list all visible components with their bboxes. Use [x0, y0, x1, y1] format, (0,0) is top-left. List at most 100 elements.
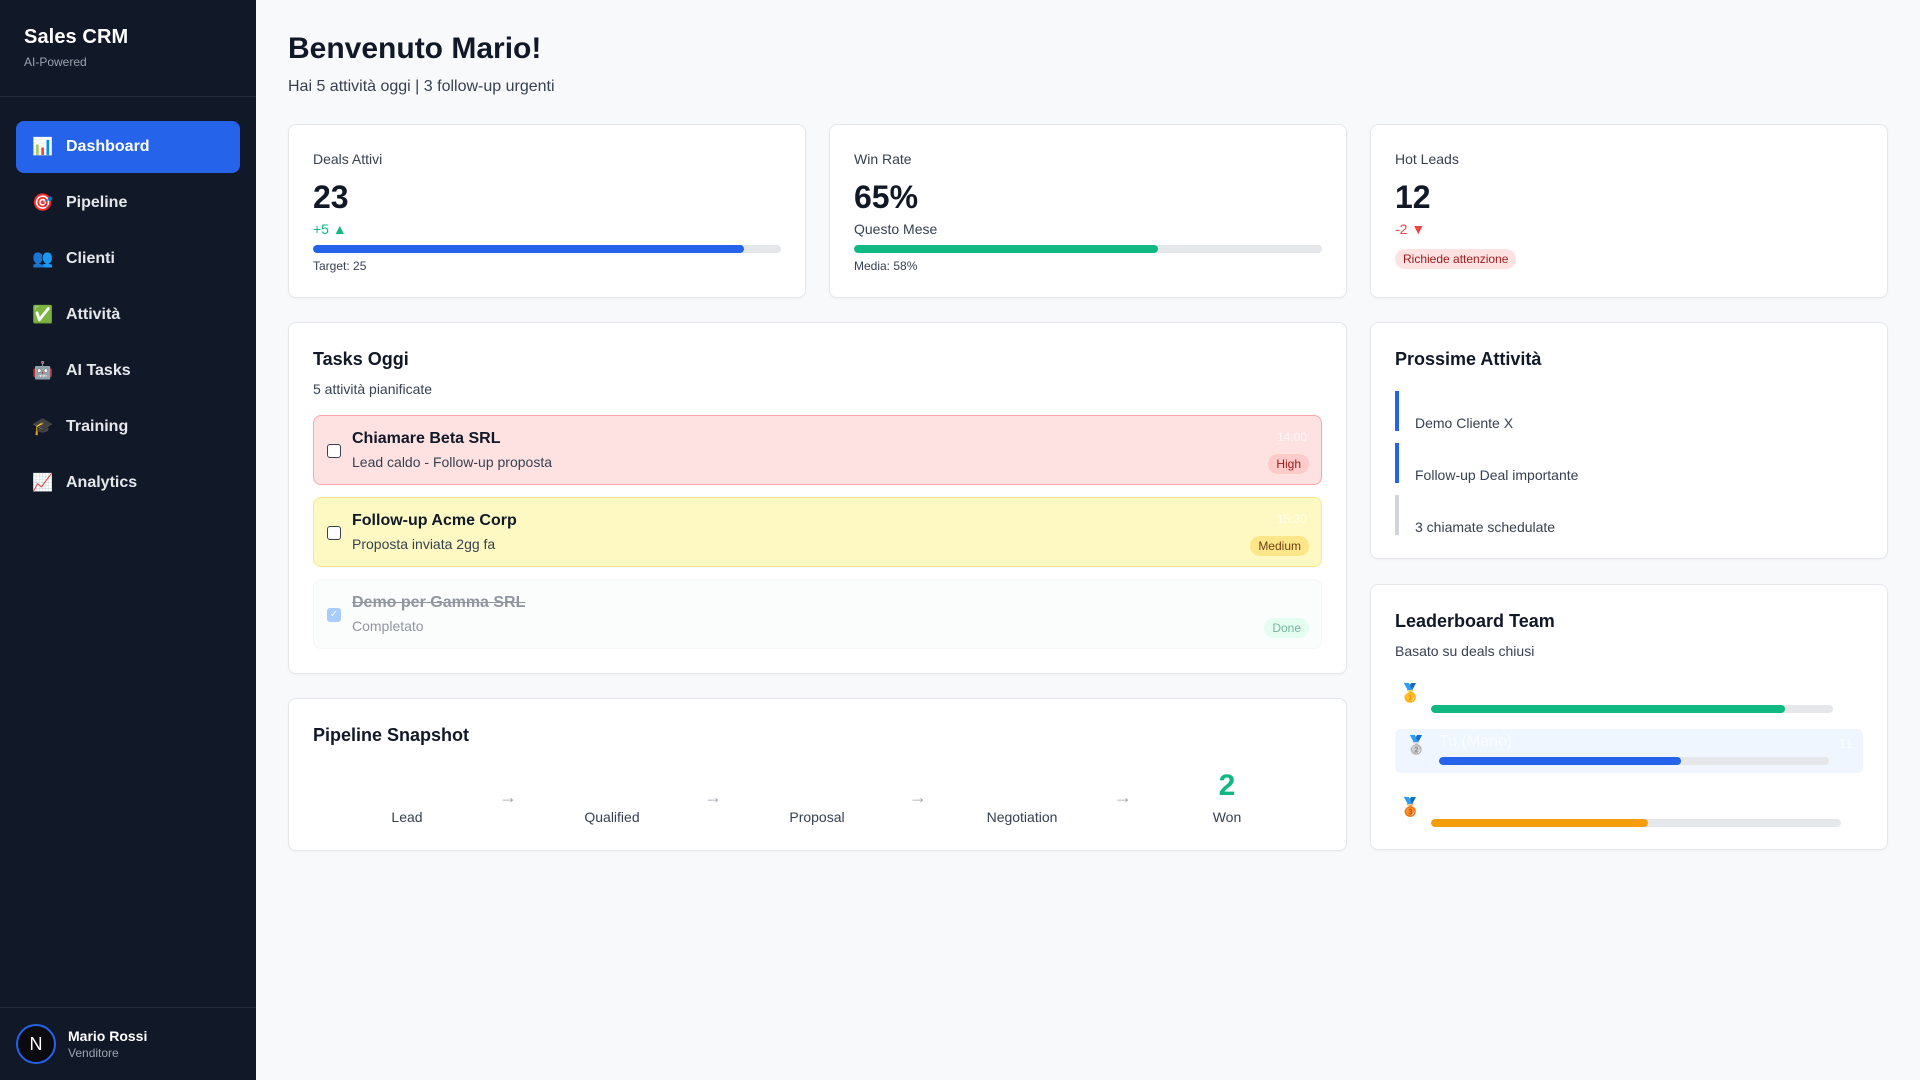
task-checkbox[interactable]: ✓	[327, 608, 341, 622]
stage-count: 2	[1218, 769, 1236, 802]
stat-delta: -2 ▼	[1395, 221, 1426, 237]
user-profile[interactable]: N Mario Rossi Venditore	[0, 1007, 256, 1080]
stat-card-hot-leads: Hot Leads 12 -2 ▼ Richiede attenzione	[1370, 124, 1888, 298]
sidebar-item-label: Analytics	[66, 474, 138, 491]
stage-qualified[interactable]: Qualified	[552, 769, 672, 825]
task-item[interactable]: Follow-up Acme Corp Proposta inviata 2gg…	[313, 497, 1322, 567]
sidebar-item-label: AI Tasks	[66, 362, 131, 379]
stat-label: Win Rate	[854, 151, 912, 167]
stage-label: Won	[1212, 809, 1242, 825]
stage-count	[962, 769, 1082, 807]
stat-footnote: Media: 58%	[854, 259, 918, 273]
stat-footnote: Target: 25	[313, 259, 367, 273]
arrow-right-icon: →	[1114, 787, 1132, 807]
priority-badge: Medium	[1250, 536, 1309, 556]
stage-lead[interactable]: Lead	[347, 769, 467, 825]
stage-label: Lead	[391, 809, 423, 825]
leaderboard-card: Leaderboard Team Basato su deals chiusi …	[1370, 584, 1888, 850]
sidebar-item-training[interactable]: 🎓 Training	[16, 401, 240, 453]
graduation-cap-icon: 🎓	[32, 417, 54, 436]
progress-fill	[1431, 705, 1785, 713]
brand: Sales CRM AI-Powered	[0, 0, 256, 97]
stage-label: Qualified	[584, 809, 640, 825]
task-time: 14:00	[1276, 430, 1307, 444]
stage-count	[347, 769, 467, 807]
stat-delta: +5 ▲	[313, 221, 347, 237]
sidebar-item-analytics[interactable]: 📈 Analytics	[16, 457, 240, 509]
stat-value: 23	[313, 179, 349, 215]
stat-label: Deals Attivi	[313, 151, 383, 167]
upcoming-title: Prossime Attività	[1395, 349, 1542, 369]
activity-item[interactable]: Follow-up Deal importante	[1395, 443, 1855, 483]
stage-label: Proposal	[789, 809, 845, 825]
sidebar-item-attivita[interactable]: ✅ Attività	[16, 289, 240, 341]
task-item[interactable]: ✓ Demo per Gamma SRL Completato Done	[313, 579, 1322, 649]
stat-value: 12	[1395, 179, 1431, 215]
users-icon: 👥	[32, 249, 54, 268]
status-badge: Done	[1264, 618, 1309, 638]
sidebar-item-clienti[interactable]: 👥 Clienti	[16, 233, 240, 285]
task-description: Completato	[352, 618, 424, 634]
app-subtitle: AI-Powered	[24, 55, 87, 69]
task-item[interactable]: Chiamare Beta SRL Lead caldo - Follow-up…	[313, 415, 1322, 485]
leaderboard-title: Leaderboard Team	[1395, 611, 1555, 631]
activity-item[interactable]: 3 chiamate schedulate	[1395, 495, 1855, 535]
sidebar-item-label: Dashboard	[66, 138, 150, 155]
progress-fill	[854, 245, 1159, 253]
stage-proposal[interactable]: Proposal	[757, 769, 877, 825]
arrow-right-icon: →	[909, 787, 927, 807]
task-name: Chiamare Beta SRL	[352, 430, 501, 447]
tasks-subtitle: 5 attività pianificate	[313, 381, 433, 397]
stat-value: 65%	[854, 179, 919, 215]
leaderboard-row: 🥇	[1395, 677, 1863, 721]
sidebar-nav: 📊 Dashboard 🎯 Pipeline 👥 Clienti ✅ Attiv…	[0, 97, 256, 509]
sidebar-item-label: Attività	[66, 306, 121, 323]
activity-item[interactable]: Demo Cliente X	[1395, 391, 1855, 431]
leaderboard-name: Tu (Mario)	[1439, 733, 1513, 750]
sidebar-item-ai-tasks[interactable]: 🤖 AI Tasks	[16, 345, 240, 397]
stage-count	[552, 769, 672, 807]
task-time: 15:30	[1276, 512, 1307, 526]
app-title: Sales CRM	[24, 26, 129, 48]
activity-label: Demo Cliente X	[1415, 415, 1514, 431]
trend-chart-icon: 📈	[32, 473, 54, 492]
progress-bar	[1439, 757, 1829, 765]
progress-fill	[1431, 819, 1649, 827]
stage-won[interactable]: 2 Won	[1167, 769, 1287, 825]
stage-negotiation[interactable]: Negotiation	[962, 769, 1082, 825]
alert-badge: Richiede attenzione	[1395, 249, 1517, 269]
task-checkbox[interactable]	[327, 444, 341, 458]
stat-period: Questo Mese	[854, 221, 938, 237]
progress-fill	[1439, 757, 1681, 765]
tasks-card: Tasks Oggi 5 attività pianificate Chiama…	[288, 322, 1347, 674]
tasks-title: Tasks Oggi	[313, 349, 409, 369]
sidebar-item-label: Pipeline	[66, 194, 128, 211]
leaderboard-row: 🥉	[1395, 791, 1863, 835]
stat-label: Hot Leads	[1395, 151, 1459, 167]
bronze-medal-icon: 🥉	[1399, 797, 1422, 817]
task-name: Follow-up Acme Corp	[352, 512, 517, 529]
progress-bar	[1431, 705, 1833, 713]
task-description: Lead caldo - Follow-up proposta	[352, 454, 553, 470]
user-role: Venditore	[68, 1046, 119, 1060]
gold-medal-icon: 🥇	[1399, 683, 1422, 703]
arrow-right-icon: →	[704, 787, 722, 807]
leaderboard-subtitle: Basato su deals chiusi	[1395, 643, 1535, 659]
page-title: Benvenuto Mario!	[288, 32, 542, 65]
sidebar-item-dashboard[interactable]: 📊 Dashboard	[16, 121, 240, 173]
task-checkbox[interactable]	[327, 526, 341, 540]
stage-label: Negotiation	[986, 809, 1058, 825]
progress-fill	[313, 245, 744, 253]
stage-count	[757, 769, 877, 807]
activity-label: 3 chiamate schedulate	[1415, 519, 1556, 535]
leaderboard-score: 11	[1838, 735, 1853, 751]
sidebar-item-label: Training	[66, 418, 129, 435]
upcoming-activities-card: Prossime Attività Demo Cliente X Follow-…	[1370, 322, 1888, 559]
sidebar-item-pipeline[interactable]: 🎯 Pipeline	[16, 177, 240, 229]
progress-bar	[1431, 819, 1841, 827]
robot-icon: 🤖	[32, 361, 54, 380]
silver-medal-icon: 🥈	[1405, 735, 1428, 755]
bar-chart-icon: 📊	[32, 137, 54, 156]
task-name: Demo per Gamma SRL	[352, 594, 526, 611]
check-icon: ✅	[32, 305, 54, 324]
